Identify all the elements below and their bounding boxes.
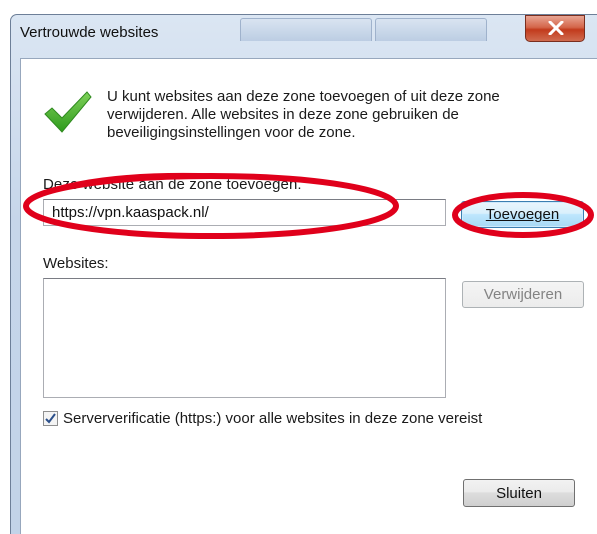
close-button-label: Sluiten [496,484,542,502]
background-tab [240,18,372,41]
close-icon [548,21,564,35]
remove-button-label: Verwijderen [483,286,563,303]
close-window-button[interactable] [525,15,585,42]
intro-text: U kunt websites aan deze zone toevoegen … [107,88,500,141]
website-url-input[interactable] [43,199,446,226]
close-button[interactable]: Sluiten [463,479,575,507]
dialog-title: Vertrouwde websites [20,24,159,41]
add-website-label: Deze website aan de zone toevoegen: [43,176,302,193]
https-verification-label: Serververificatie (https:) voor alle web… [63,410,483,427]
checkmark-icon [44,91,92,133]
remove-button[interactable]: Verwijderen [462,281,584,308]
https-verification-row[interactable]: Serververificatie (https:) voor alle web… [43,410,482,427]
checkbox-check-icon [45,413,56,424]
websites-label: Websites: [43,255,109,272]
add-button-label: Toevoegen [485,206,560,223]
websites-list[interactable] [43,278,446,398]
add-button[interactable]: Toevoegen [461,201,584,228]
background-tab [375,18,487,41]
https-verification-checkbox[interactable] [43,411,58,426]
